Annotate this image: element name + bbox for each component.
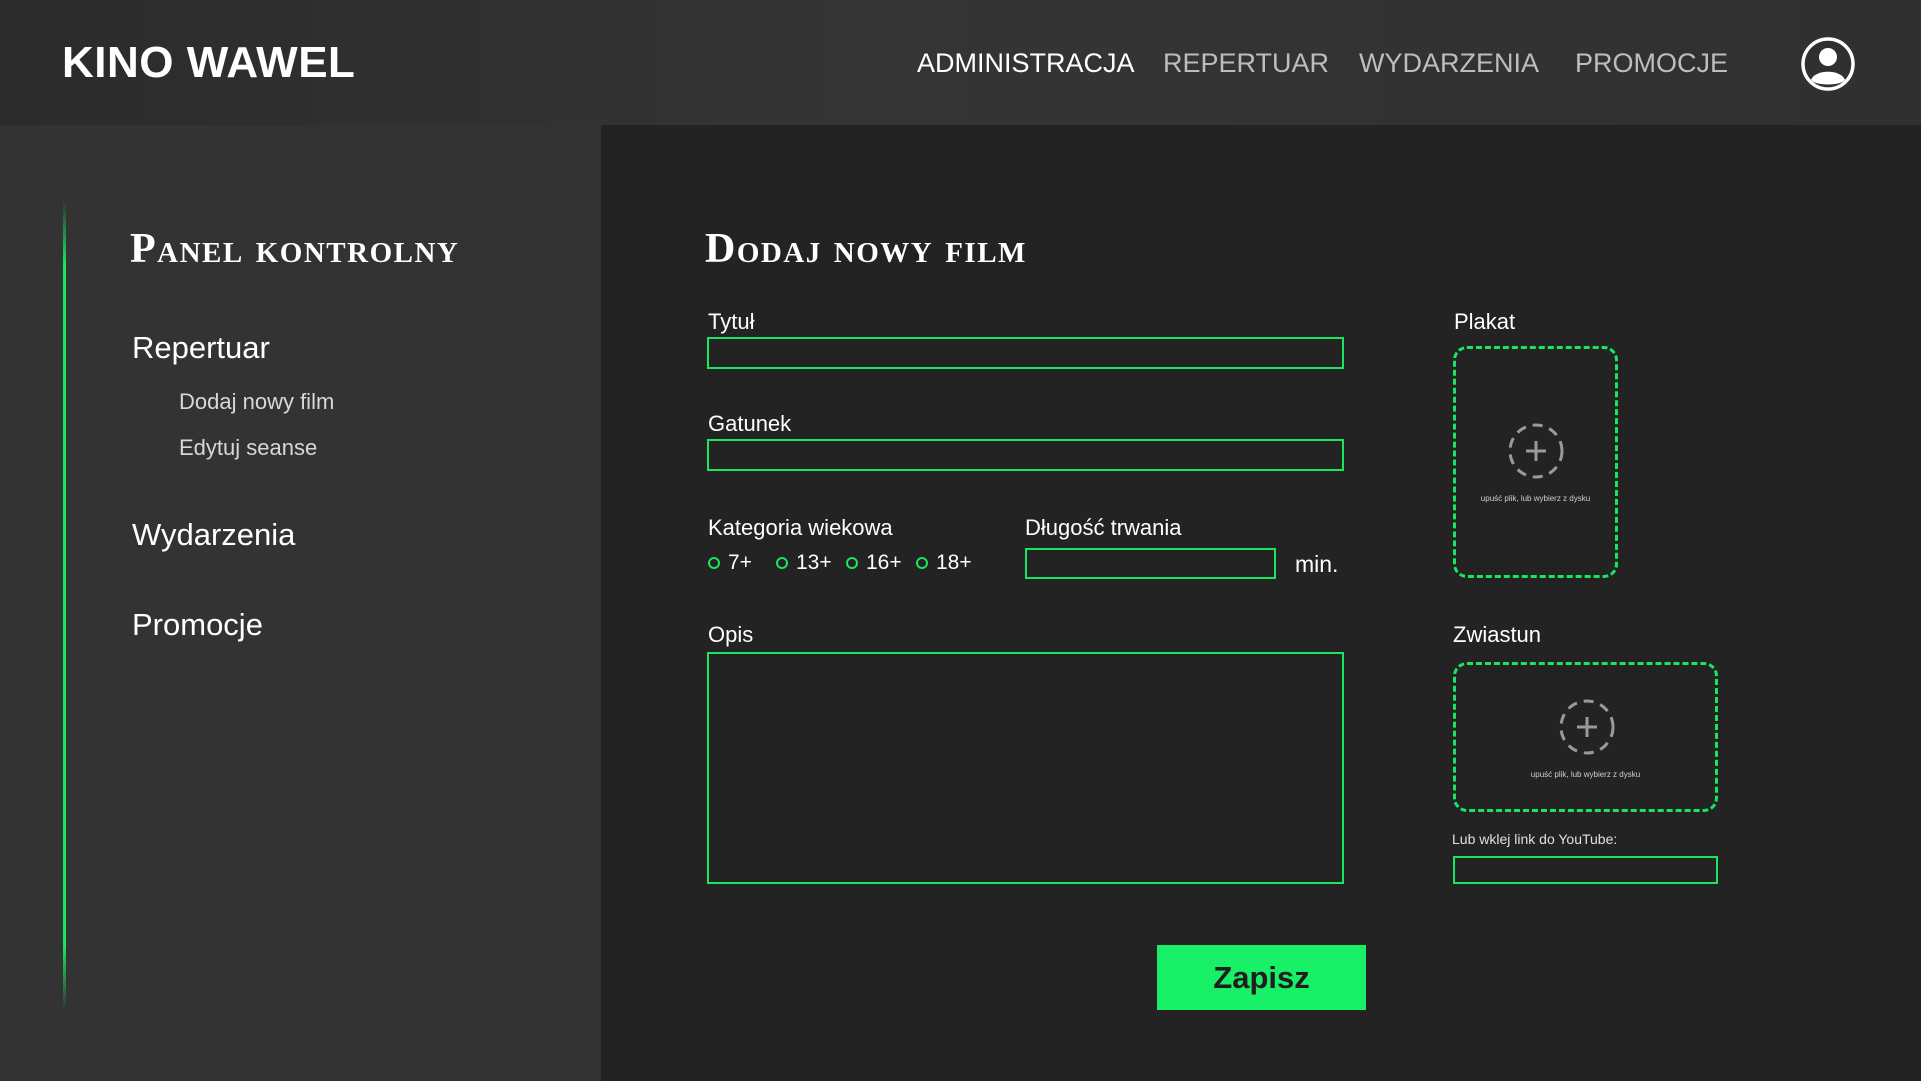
duration-input[interactable] — [1025, 548, 1276, 579]
age-radio-16[interactable]: 16+ — [846, 551, 902, 575]
sidebar-accent-line — [63, 200, 66, 1010]
sidebar-subitem-dodaj-nowy-film[interactable]: Dodaj nowy film — [179, 389, 334, 415]
age-radio-13[interactable]: 13+ — [776, 551, 832, 575]
top-bar: KINO WAWEL ADMINISTRACJA REPERTUAR WYDAR… — [0, 0, 1921, 125]
genre-input[interactable] — [707, 439, 1344, 471]
age-radio-label: 16+ — [866, 551, 902, 574]
poster-dropzone-hint: upuść plik, lub wybierz z dysku — [1480, 494, 1591, 503]
age-radio-label: 18+ — [936, 551, 972, 574]
radio-circle-icon — [916, 557, 928, 569]
save-button[interactable]: Zapisz — [1157, 945, 1366, 1010]
age-radio-label: 7+ — [728, 551, 752, 574]
sidebar-subitem-edytuj-seanse[interactable]: Edytuj seanse — [179, 435, 317, 461]
age-radio-label: 13+ — [796, 551, 832, 574]
add-plus-icon — [1559, 699, 1615, 755]
nav-item-administracja[interactable]: ADMINISTRACJA — [917, 48, 1135, 79]
add-plus-icon — [1508, 423, 1564, 479]
age-radio-7[interactable]: 7+ — [708, 551, 752, 575]
nav-item-repertuar[interactable]: REPERTUAR — [1163, 48, 1329, 79]
sidebar: Panel kontrolny Repertuar Dodaj nowy fil… — [0, 125, 601, 1081]
trailer-dropzone[interactable]: upuść plik, lub wybierz z dysku — [1453, 662, 1718, 812]
sidebar-item-promocje[interactable]: Promocje — [132, 607, 263, 643]
description-textarea[interactable] — [707, 652, 1344, 884]
youtube-link-input[interactable] — [1453, 856, 1718, 884]
description-label: Opis — [708, 622, 754, 647]
duration-unit: min. — [1295, 551, 1339, 577]
poster-label: Plakat — [1454, 309, 1516, 334]
age-category-label: Kategoria wiekowa — [708, 515, 893, 540]
age-radio-18[interactable]: 18+ — [916, 551, 972, 575]
nav-item-promocje[interactable]: PROMOCJE — [1575, 48, 1728, 79]
trailer-dropzone-hint: upuść plik, lub wybierz z dysku — [1530, 770, 1641, 779]
main-nav: ADMINISTRACJA REPERTUAR WYDARZENIA PROMO… — [0, 48, 1921, 88]
radio-circle-icon — [708, 557, 720, 569]
sidebar-item-wydarzenia[interactable]: Wydarzenia — [132, 517, 295, 553]
radio-circle-icon — [846, 557, 858, 569]
user-circle-icon[interactable] — [1800, 36, 1856, 92]
poster-dropzone[interactable]: upuść plik, lub wybierz z dysku — [1453, 346, 1618, 578]
genre-label: Gatunek — [708, 411, 792, 436]
nav-item-wydarzenia[interactable]: WYDARZENIA — [1359, 48, 1539, 79]
youtube-link-label: Lub wklej link do YouTube: — [1452, 831, 1618, 847]
trailer-label: Zwiastun — [1453, 622, 1542, 647]
form-title: Dodaj nowy film — [705, 226, 1027, 272]
sidebar-item-repertuar[interactable]: Repertuar — [132, 330, 270, 366]
title-input[interactable] — [707, 337, 1344, 369]
radio-circle-icon — [776, 557, 788, 569]
sidebar-title: Panel kontrolny — [130, 226, 460, 272]
main-content: Dodaj nowy film Tytuł Gatunek Kategoria … — [601, 125, 1921, 1081]
duration-label: Długość trwania — [1025, 515, 1182, 540]
title-label: Tytuł — [708, 309, 755, 334]
